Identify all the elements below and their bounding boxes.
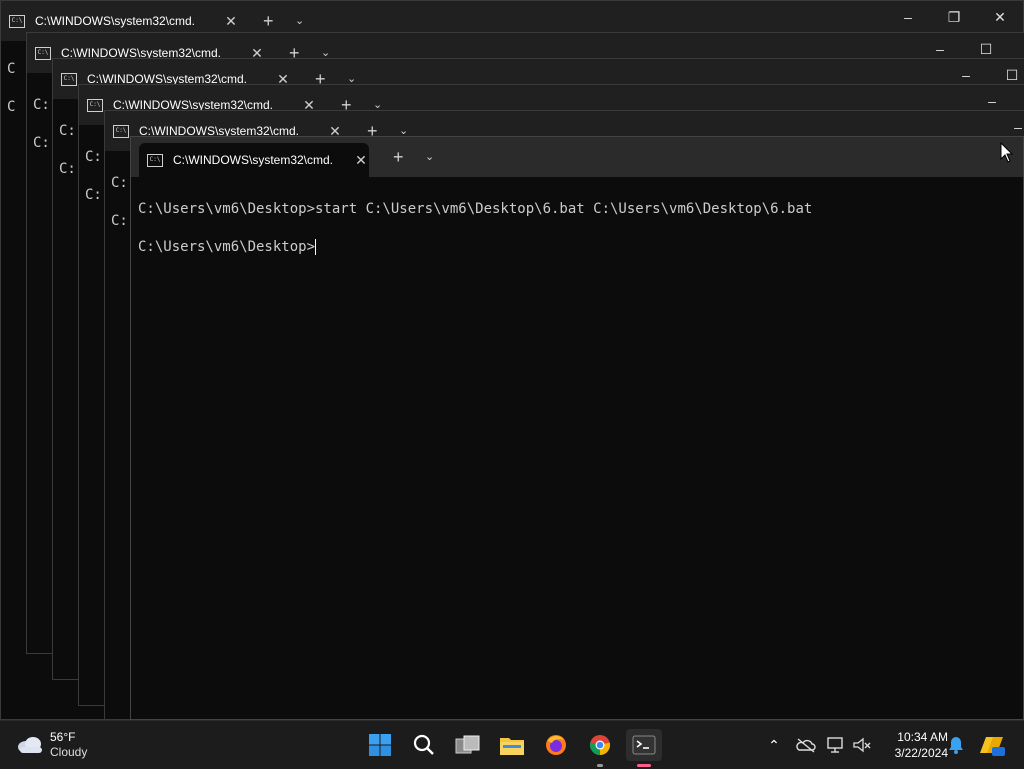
search-button[interactable]: [408, 729, 440, 761]
prompt-peek: C:: [33, 97, 50, 113]
close-button[interactable]: ✕: [977, 1, 1023, 33]
volume-muted-icon: [853, 737, 871, 753]
task-view-button[interactable]: [452, 729, 484, 761]
search-icon: [413, 734, 434, 755]
chevron-up-icon: ⌃: [768, 736, 780, 753]
clock-date: 3/22/2024: [894, 746, 948, 760]
terminal-line-2-wrap: C:\Users\vm6\Desktop>: [138, 239, 317, 255]
close-tab-icon[interactable]: ✕: [223, 13, 239, 30]
tab[interactable]: C:\ C:\WINDOWS\system32\cmd. ✕: [9, 7, 239, 35]
taskbar: 56°F Cloudy ⌃ 10:34 AM 3/22/2024: [0, 720, 1024, 769]
cmd-icon: C:\: [35, 46, 51, 60]
volume-button[interactable]: [846, 729, 878, 761]
cmd-icon: C:\: [87, 98, 103, 112]
weather-temp: 56°F: [50, 730, 76, 744]
copilot-button[interactable]: [976, 729, 1008, 761]
chevron-down-icon[interactable]: ⌄: [295, 7, 304, 35]
minimize-button[interactable]: –: [885, 1, 931, 33]
start-button[interactable]: [364, 729, 396, 761]
restore-button[interactable]: ❐: [931, 1, 977, 33]
new-tab-button[interactable]: +: [263, 7, 274, 35]
mouse-pointer-icon: [1000, 142, 1014, 163]
terminal-icon: [632, 735, 656, 755]
prompt-peek: C:: [111, 175, 128, 191]
file-explorer-button[interactable]: [496, 729, 528, 761]
terminal-line-1: C:\Users\vm6\Desktop>start C:\Users\vm6\…: [138, 201, 813, 217]
clock[interactable]: 10:34 AM 3/22/2024: [878, 729, 948, 761]
show-hidden-icons-button[interactable]: ⌃: [758, 729, 790, 761]
prompt-peek: C:: [85, 149, 102, 165]
prompt-peek: C:: [59, 123, 76, 139]
active-indicator: [637, 764, 651, 767]
onedrive-offline-icon: [796, 738, 816, 753]
terminal-button[interactable]: [626, 729, 662, 767]
cmd-icon: C:\: [9, 14, 25, 28]
chrome-button[interactable]: [584, 729, 616, 767]
terminal-prompt: C:\Users\vm6\Desktop>: [138, 239, 316, 255]
weather-text: 56°F Cloudy: [50, 730, 87, 760]
text-cursor: [315, 239, 317, 255]
prompt-peek-2: C:: [85, 187, 102, 203]
prompt-peek-2: C: [7, 99, 16, 115]
close-tab-icon[interactable]: ✕: [353, 152, 369, 169]
tab-title: C:\WINDOWS\system32\cmd.: [173, 153, 334, 167]
prompt-peek-2: C:: [59, 161, 76, 177]
weather-condition: Cloudy: [50, 745, 88, 759]
clock-time: 10:34 AM: [897, 730, 948, 744]
tab-title: C:\WINDOWS\system32\cmd.: [35, 14, 196, 28]
weather-widget[interactable]: 56°F Cloudy: [16, 729, 87, 761]
notifications-button[interactable]: [940, 729, 972, 761]
cmd-icon: C:\: [61, 72, 77, 86]
network-icon: [827, 737, 843, 753]
prompt-peek-2: C:: [111, 213, 128, 229]
bell-icon: [949, 737, 963, 754]
pre-badge-icon: [980, 737, 1005, 756]
chevron-down-icon[interactable]: ⌄: [425, 143, 434, 171]
tab-active[interactable]: C:\ C:\WINDOWS\system32\cmd. ✕: [139, 143, 369, 177]
cmd-icon: C:\: [113, 124, 129, 138]
cmd-icon: C:\: [147, 153, 163, 167]
prompt-peek: C: [7, 61, 16, 77]
onedrive-button[interactable]: [790, 729, 822, 761]
start-icon: [369, 734, 391, 756]
running-indicator: [597, 764, 603, 767]
new-tab-button[interactable]: +: [393, 143, 404, 171]
file-explorer-icon: [500, 738, 524, 755]
terminal-output[interactable]: C:\Users\vm6\Desktop>start C:\Users\vm6\…: [131, 177, 1023, 719]
prompt-peek-2: C:: [33, 135, 50, 151]
cloud-icon: [18, 737, 42, 753]
chrome-icon: [589, 735, 611, 755]
firefox-icon: [546, 735, 566, 755]
title-bar[interactable]: C:\ C:\WINDOWS\system32\cmd. ✕ + ⌄: [131, 137, 1023, 177]
terminal-window-active[interactable]: C:\ C:\WINDOWS\system32\cmd. ✕ + ⌄ C:\Us…: [130, 136, 1024, 720]
task-view-icon: [455, 735, 480, 754]
firefox-button[interactable]: [540, 729, 572, 761]
